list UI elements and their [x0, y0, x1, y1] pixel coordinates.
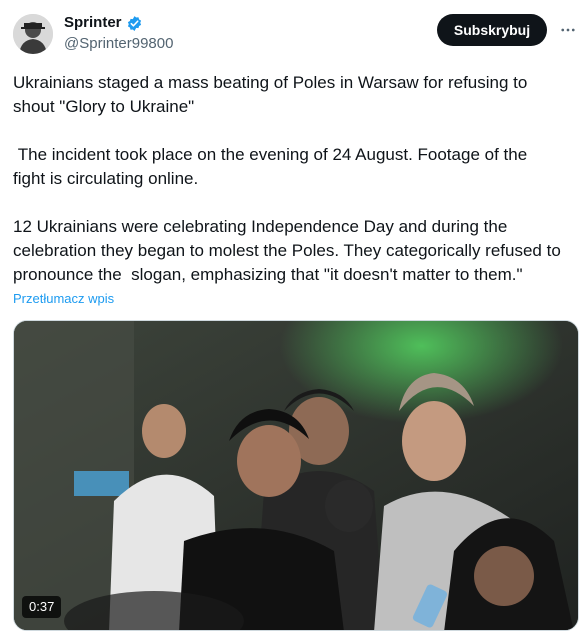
- post-paragraph-1: Ukrainians staged a mass beating of Pole…: [13, 73, 528, 116]
- verified-badge-icon: [126, 15, 143, 32]
- post-header: Sprinter @Sprinter99800 Subskrybuj: [0, 0, 587, 64]
- video-frame: [14, 321, 578, 630]
- author-name-row[interactable]: Sprinter: [64, 14, 143, 32]
- video-player[interactable]: [13, 320, 579, 631]
- author-handle[interactable]: @Sprinter99800: [64, 35, 173, 53]
- post-paragraph-2: The incident took place on the evening o…: [13, 145, 528, 188]
- video-duration-badge: 0:37: [22, 596, 62, 618]
- subscribe-button[interactable]: Subskrybuj: [437, 14, 547, 46]
- more-horizontal-icon[interactable]: [556, 18, 580, 42]
- post-paragraph-3: 12 Ukrainians were celebrating Independe…: [13, 217, 561, 284]
- author-name[interactable]: Sprinter: [64, 14, 122, 32]
- translate-post-link[interactable]: Przetłumacz wpis: [13, 291, 114, 306]
- avatar[interactable]: [13, 14, 53, 54]
